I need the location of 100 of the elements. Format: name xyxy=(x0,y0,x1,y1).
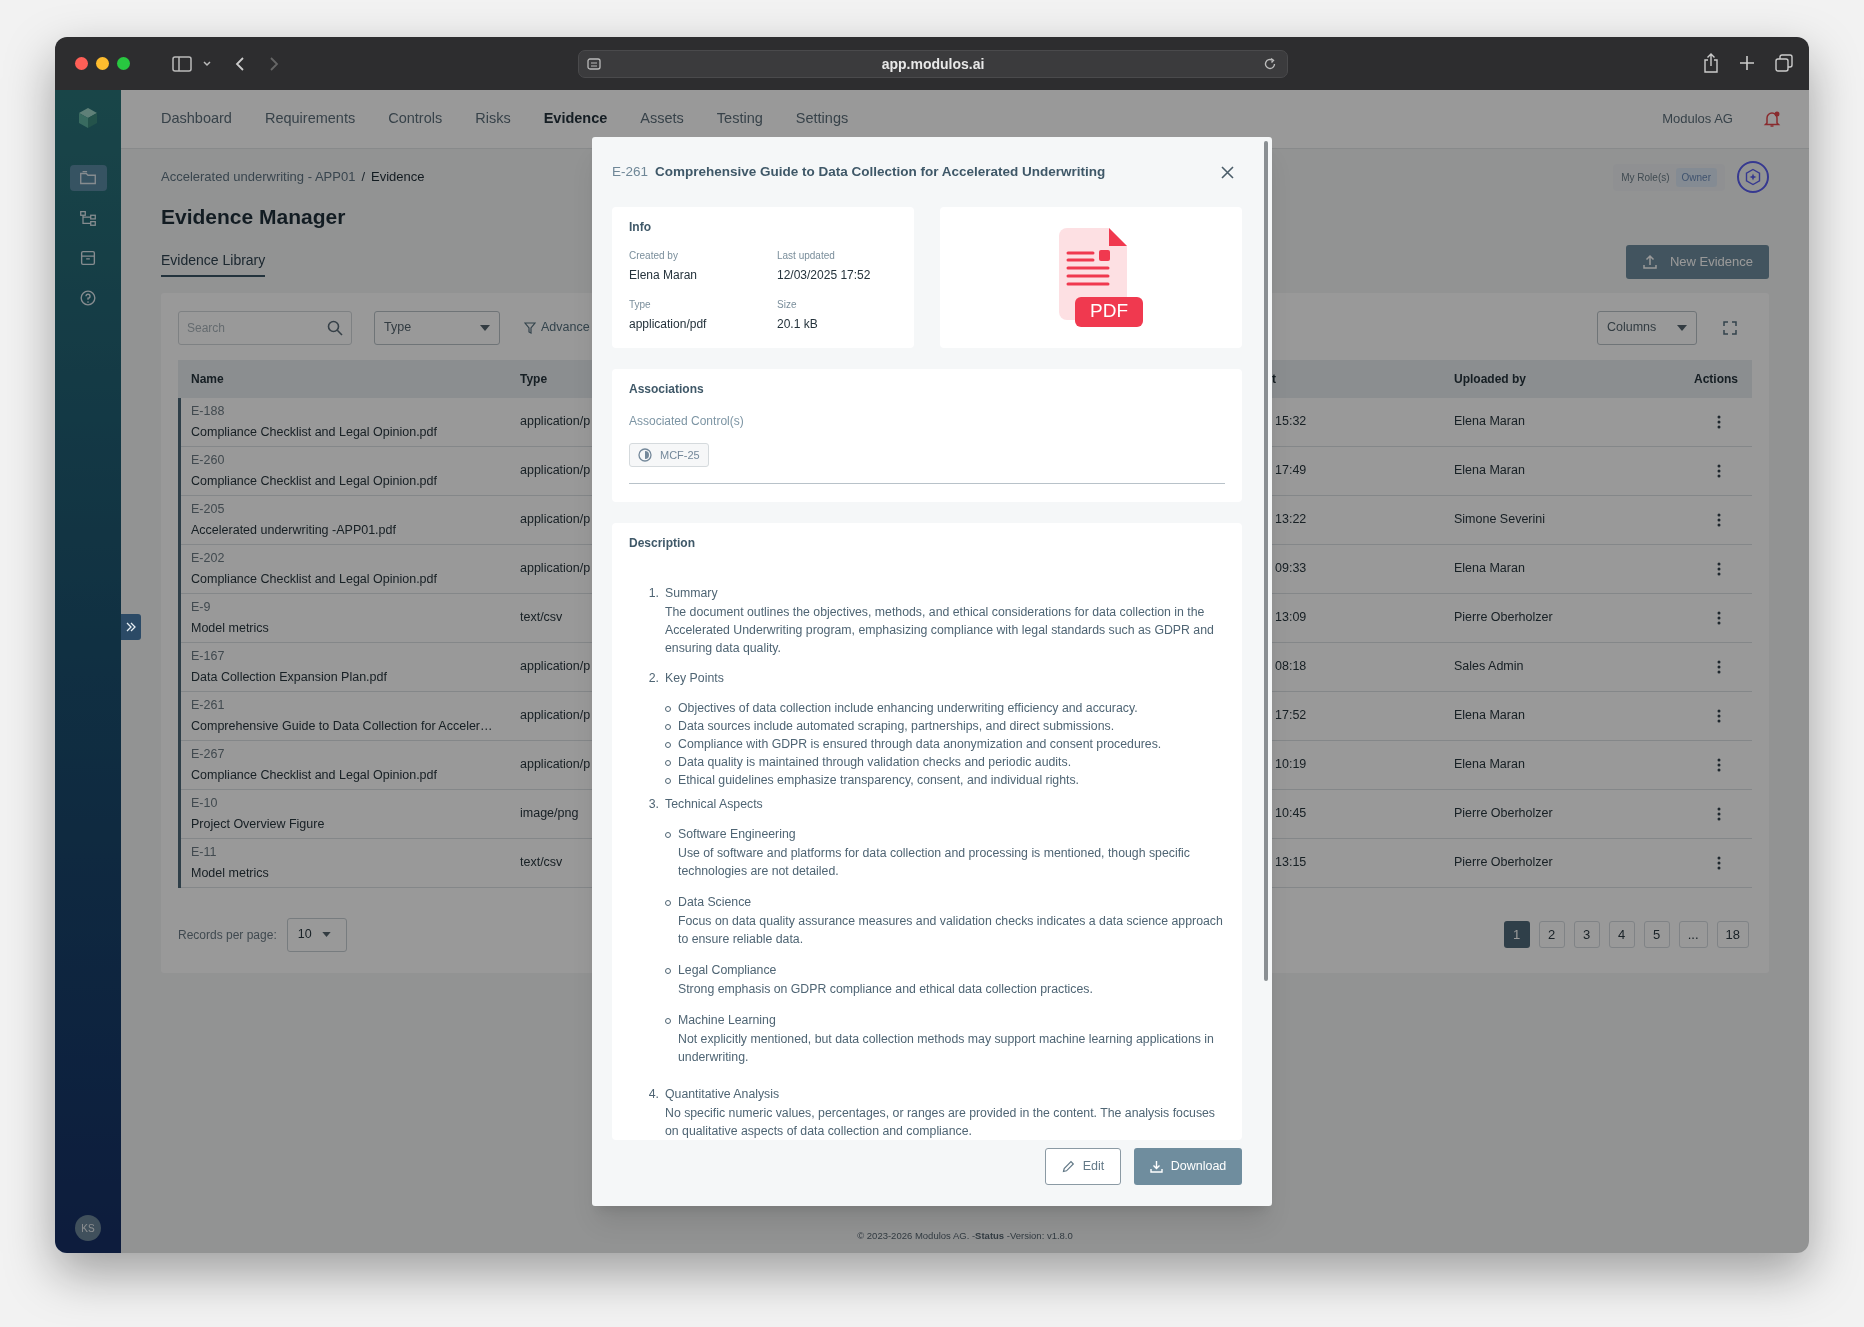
evidence-id: E-10 xyxy=(191,794,219,812)
evidence-id: E-261 xyxy=(191,696,226,714)
assistant-button[interactable] xyxy=(1737,161,1769,193)
field-value: Elena Maran xyxy=(629,267,699,284)
column-header: Actions xyxy=(1693,370,1739,388)
zoom-window-button[interactable] xyxy=(117,57,130,70)
table-cell-text: 17:49 xyxy=(1275,462,1307,480)
page-button[interactable]: 18 xyxy=(1716,921,1749,948)
type-dropdown[interactable]: Type xyxy=(374,310,500,345)
page-button[interactable]: 5 xyxy=(1643,921,1670,948)
table-cell-text: text/csv xyxy=(520,609,563,627)
minimize-window-button[interactable] xyxy=(96,57,109,70)
evidence-id: E-167 xyxy=(191,647,226,665)
page-button[interactable]: 2 xyxy=(1538,921,1565,948)
table-cell-text: 08:18 xyxy=(1275,658,1307,676)
download-icon xyxy=(1149,1160,1163,1173)
section-heading: Associations xyxy=(629,381,705,398)
more-options-icon[interactable] xyxy=(1717,708,1721,723)
evidence-name: Compliance Checklist and Legal Opinion.pdf xyxy=(191,472,438,490)
scrollbar[interactable] xyxy=(1264,141,1268,981)
nav-tab[interactable]: Controls xyxy=(388,108,443,130)
sidebar-toggle-icon[interactable] xyxy=(172,55,192,72)
records-per-page-label: Records per page: xyxy=(178,926,277,944)
evidence-id: E-261 xyxy=(612,162,649,181)
column-header: Uploaded by xyxy=(1453,370,1527,388)
evidence-name: Model metrics xyxy=(191,864,270,882)
list-number: 1. xyxy=(647,585,659,602)
close-icon[interactable] xyxy=(1221,165,1234,179)
nav-tab[interactable]: Risks xyxy=(475,108,511,130)
nav-tab[interactable]: Testing xyxy=(716,108,763,130)
role-label: My Role(s) xyxy=(1621,170,1670,185)
columns-dropdown[interactable]: Columns xyxy=(1597,310,1697,345)
paragraph: Focus on data quality assurance measures and validation checks indicates a data science approach to ensure reliable data. xyxy=(678,913,1224,948)
more-options-icon[interactable] xyxy=(1717,414,1721,429)
half-circle-icon xyxy=(638,448,652,462)
table-cell-text: Sales Admin xyxy=(1454,658,1524,676)
more-options-icon[interactable] xyxy=(1717,512,1721,527)
column-header: Type xyxy=(519,370,549,388)
section-heading: Description xyxy=(629,535,696,552)
table-cell-text: 10:45 xyxy=(1275,805,1307,823)
new-tab-icon[interactable] xyxy=(1739,55,1755,71)
reload-icon[interactable] xyxy=(1263,57,1277,71)
evidence-id: E-188 xyxy=(191,402,226,420)
nav-tab[interactable]: Assets xyxy=(640,108,684,130)
column-header: Name xyxy=(190,370,225,388)
page-button[interactable]: 3 xyxy=(1573,921,1600,948)
download-button[interactable]: Download xyxy=(1134,1148,1242,1185)
expand-sidebar-button[interactable] xyxy=(121,614,141,640)
page-button[interactable]: 1 xyxy=(1503,921,1530,948)
breadcrumb-link[interactable]: Accelerated underwriting - APP01 xyxy=(161,167,356,187)
tab[interactable]: Evidence Library xyxy=(161,249,266,277)
list-heading: Quantitative Analysis xyxy=(665,1086,781,1103)
sidebar-nav-button[interactable] xyxy=(69,165,107,191)
fullscreen-icon[interactable] xyxy=(1723,320,1737,335)
address-bar[interactable]: app.modulos.ai xyxy=(578,50,1288,78)
nav-tab[interactable]: Settings xyxy=(795,108,849,130)
list-number: 2. xyxy=(647,670,659,687)
evidence-name: Accelerated underwriting -APP01.pdf xyxy=(191,521,397,539)
evidence-name: Comprehensive Guide to Data Collection for Acceler… xyxy=(191,717,494,735)
chevron-down-icon[interactable] xyxy=(202,59,212,68)
records-per-page-dropdown[interactable]: 10 xyxy=(286,917,347,952)
more-options-icon[interactable] xyxy=(1717,855,1721,870)
share-icon[interactable] xyxy=(1703,53,1719,73)
page-button[interactable]: 4 xyxy=(1608,921,1635,948)
control-chip[interactable]: MCF-25 xyxy=(629,443,709,467)
cube-logo-icon[interactable] xyxy=(76,106,100,130)
nav-tab[interactable]: Dashboard xyxy=(161,108,232,130)
close-window-button[interactable] xyxy=(75,57,88,70)
tabs-overview-icon[interactable] xyxy=(1775,54,1793,72)
bell-icon[interactable] xyxy=(1763,110,1781,128)
list-heading: Software Engineering xyxy=(678,826,797,843)
table-cell-text: application/p xyxy=(520,413,591,431)
table-cell-text: 15:32 xyxy=(1275,413,1307,431)
organization-name[interactable]: Modulos AG xyxy=(1662,109,1733,129)
more-options-icon[interactable] xyxy=(1717,610,1721,625)
column-header: t xyxy=(1271,370,1277,388)
table-cell-text: Elena Maran xyxy=(1454,413,1525,431)
evidence-id: E-202 xyxy=(191,549,226,567)
back-icon[interactable] xyxy=(234,55,246,72)
new-evidence-button[interactable]: New Evidence xyxy=(1625,244,1769,279)
paragraph: Data sources include automated scraping, partnerships, and direct submissions. xyxy=(678,718,1115,735)
table-cell-text: 13:09 xyxy=(1275,609,1307,627)
table-cell-text: Elena Maran xyxy=(1454,756,1525,774)
page-icon xyxy=(587,57,601,71)
evidence-name: Compliance Checklist and Legal Opinion.pdf xyxy=(191,570,438,588)
more-options-icon[interactable] xyxy=(1717,659,1721,674)
advanced-filter-button[interactable]: Advance xyxy=(524,318,590,337)
more-options-icon[interactable] xyxy=(1717,806,1721,821)
page-button[interactable]: ... xyxy=(1678,921,1708,948)
nav-tab[interactable]: Evidence xyxy=(543,108,608,130)
user-avatar[interactable]: KS xyxy=(75,1215,101,1241)
forward-icon[interactable] xyxy=(268,55,280,72)
list-heading: Legal Compliance xyxy=(678,962,778,979)
nav-tab[interactable]: Requirements xyxy=(264,108,356,130)
more-options-icon[interactable] xyxy=(1717,561,1721,576)
more-options-icon[interactable] xyxy=(1717,757,1721,772)
edit-button[interactable]: Edit xyxy=(1045,1148,1121,1185)
list-number: 4. xyxy=(647,1086,659,1103)
more-options-icon[interactable] xyxy=(1717,463,1721,478)
table-cell-text: application/p xyxy=(520,560,591,578)
